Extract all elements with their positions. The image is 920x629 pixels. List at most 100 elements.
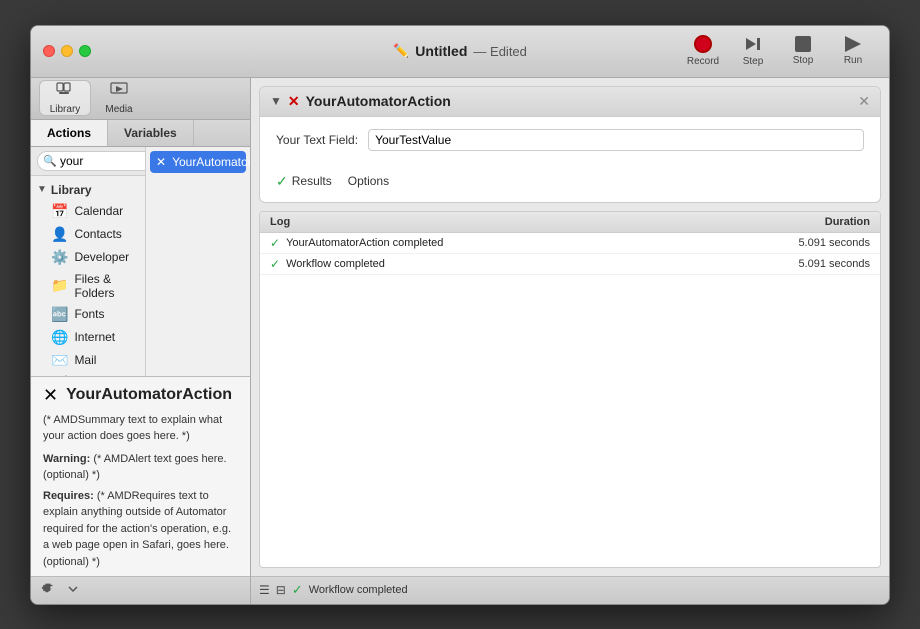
- requires-label: Requires:: [43, 490, 94, 502]
- calendar-label: Calendar: [74, 204, 123, 218]
- warning-label: Warning:: [43, 453, 90, 465]
- tab-variables[interactable]: Variables: [108, 120, 194, 146]
- action-card-header: ▼ ✕ YourAutomatorAction ✕: [260, 87, 880, 117]
- developer-label: Developer: [74, 250, 129, 264]
- developer-icon: ⚙️: [51, 249, 68, 266]
- chevron-button[interactable]: [63, 581, 83, 600]
- list-item[interactable]: ✉️ Mail: [31, 349, 145, 372]
- list-item[interactable]: 👤 Contacts: [31, 223, 145, 246]
- results-label: Results: [292, 174, 332, 188]
- log-row: ✓ Workflow completed 5.091 seconds: [260, 254, 880, 275]
- library-list: ▼ Library 📅 Calendar 👤 Contacts: [31, 176, 145, 376]
- action-desc-body: (* AMDSummary text to explain what your …: [43, 412, 238, 576]
- log-col-header: Log: [270, 216, 770, 228]
- left-panel: Library Media Actions: [31, 78, 251, 604]
- tab-actions[interactable]: Actions: [31, 120, 108, 146]
- library-sidebar: 🔍 ✕ ▼ Library 📅: [31, 147, 146, 376]
- step-icon: [744, 35, 762, 53]
- fonts-label: Fonts: [74, 307, 104, 321]
- list-item[interactable]: 📁 Files & Folders: [31, 269, 145, 303]
- left-bottom-toolbar: [31, 576, 250, 604]
- options-label: Options: [348, 174, 389, 188]
- log-check-icon-2: ✓: [270, 257, 280, 271]
- library-bar: Library Media: [31, 78, 250, 120]
- card-x-icon: ✕: [288, 93, 300, 110]
- stop-button[interactable]: Stop: [779, 29, 827, 73]
- files-label: Files & Folders: [74, 272, 135, 300]
- media-button[interactable]: Media: [93, 80, 145, 116]
- library-label: Library: [50, 104, 81, 115]
- files-icon: 📁: [51, 277, 68, 294]
- main-window: ✏️ Untitled — Edited Record Step St: [30, 25, 890, 605]
- fonts-icon: 🔤: [51, 306, 68, 323]
- library-button[interactable]: Library: [39, 80, 91, 116]
- list-item[interactable]: 🌐 Internet: [31, 326, 145, 349]
- titlebar: ✏️ Untitled — Edited Record Step St: [31, 26, 889, 78]
- traffic-lights: [43, 45, 91, 57]
- pencil-icon: ✏️: [393, 43, 409, 59]
- minimize-button[interactable]: [61, 45, 73, 57]
- card-close-button[interactable]: ✕: [858, 93, 870, 110]
- expand-arrow-icon: ▼: [37, 184, 47, 195]
- text-field-input[interactable]: [368, 129, 864, 151]
- duration-col-header: Duration: [770, 216, 870, 228]
- action-card-body: Your Text Field:: [260, 117, 880, 173]
- gear-menu-button[interactable]: [37, 580, 59, 601]
- log-body: ✓ YourAutomatorAction completed 5.091 se…: [260, 233, 880, 567]
- library-group-header[interactable]: ▼ Library: [31, 180, 145, 200]
- mail-icon: ✉️: [51, 352, 68, 369]
- step-label: Step: [743, 56, 764, 67]
- record-icon: [694, 35, 712, 53]
- action-summary: (* AMDSummary text to explain what your …: [43, 412, 238, 445]
- action-card-header-left: ▼ ✕ YourAutomatorAction: [270, 93, 451, 110]
- record-label: Record: [687, 56, 719, 67]
- close-button[interactable]: [43, 45, 55, 57]
- media-label: Media: [105, 104, 132, 115]
- titlebar-buttons: Record Step Stop Run: [679, 29, 877, 73]
- action-card: ▼ ✕ YourAutomatorAction ✕ Your Text Fiel…: [259, 86, 881, 203]
- actions-list: ✕ YourAutomatorAction: [146, 147, 250, 376]
- library-group: ▼ Library 📅 Calendar 👤 Contacts: [31, 176, 145, 376]
- log-row: ✓ YourAutomatorAction completed 5.091 se…: [260, 233, 880, 254]
- search-input[interactable]: [37, 151, 146, 171]
- list-view-icon[interactable]: ☰: [259, 583, 270, 597]
- library-icon: [56, 81, 74, 102]
- contacts-label: Contacts: [74, 227, 121, 241]
- edited-label: — Edited: [473, 44, 527, 59]
- action-card-footer: ✓ Results Options: [260, 173, 880, 202]
- action-card-title: YourAutomatorAction: [306, 93, 451, 109]
- status-text: Workflow completed: [309, 584, 408, 596]
- results-check-icon: ✓: [276, 173, 288, 190]
- contacts-icon: 👤: [51, 226, 68, 243]
- log-check-icon-1: ✓: [270, 236, 280, 250]
- stop-label: Stop: [793, 55, 814, 66]
- log-message-1: YourAutomatorAction completed: [286, 237, 770, 249]
- gear-icon: [41, 582, 55, 596]
- action-item-label: YourAutomatorAction: [172, 155, 250, 169]
- left-panel-split: 🔍 ✕ ▼ Library 📅: [31, 147, 250, 376]
- record-button[interactable]: Record: [679, 29, 727, 73]
- card-collapse-arrow[interactable]: ▼: [270, 94, 282, 108]
- log-duration-2: 5.091 seconds: [770, 258, 870, 270]
- step-button[interactable]: Step: [729, 29, 777, 73]
- library-group-label: Library: [51, 183, 92, 197]
- run-icon: [845, 36, 861, 52]
- action-warning: Warning: (* AMDAlert text goes here. (op…: [43, 451, 238, 484]
- maximize-button[interactable]: [79, 45, 91, 57]
- internet-icon: 🌐: [51, 329, 68, 346]
- results-tab[interactable]: ✓ Results: [276, 173, 332, 192]
- run-button[interactable]: Run: [829, 29, 877, 73]
- text-field-row: Your Text Field:: [276, 129, 864, 151]
- list-item[interactable]: 🔤 Fonts: [31, 303, 145, 326]
- run-label: Run: [844, 55, 862, 66]
- list-item[interactable]: 📅 Calendar: [31, 200, 145, 223]
- stop-icon: [795, 36, 811, 52]
- options-tab[interactable]: Options: [348, 173, 389, 192]
- action-description: ✕ YourAutomatorAction (* AMDSummary text…: [31, 376, 250, 576]
- detail-view-icon[interactable]: ⊟: [276, 583, 286, 597]
- action-list-item[interactable]: ✕ YourAutomatorAction: [150, 151, 246, 173]
- actions-content: ✕ YourAutomatorAction: [146, 147, 250, 376]
- list-item[interactable]: ⚙️ Developer: [31, 246, 145, 269]
- action-desc-title: YourAutomatorAction: [66, 386, 232, 404]
- log-area: Log Duration ✓ YourAutomatorAction compl…: [259, 211, 881, 568]
